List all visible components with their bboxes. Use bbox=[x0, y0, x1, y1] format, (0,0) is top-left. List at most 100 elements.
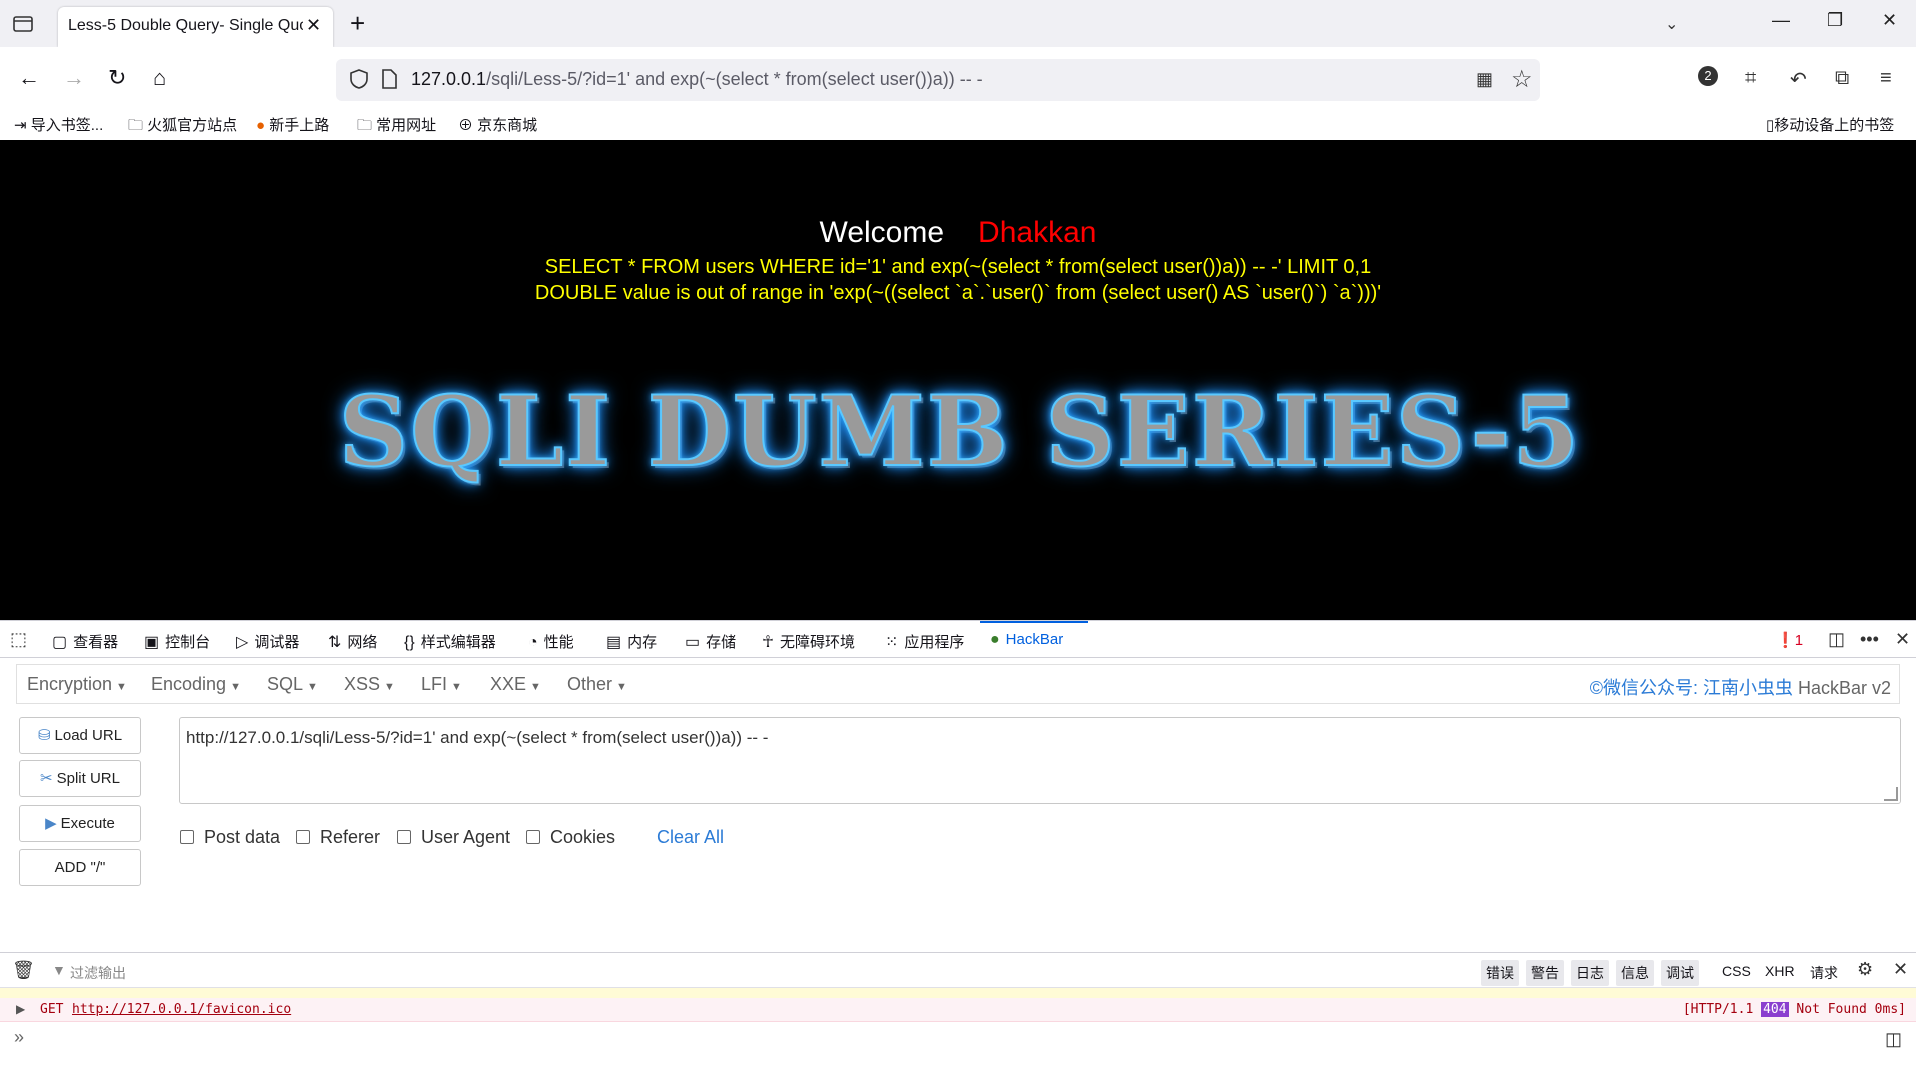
console-message-row[interactable]: ▶ GET http://127.0.0.1/favicon.ico [HTTP… bbox=[0, 998, 1916, 1022]
tab-accessibility[interactable]: ☥ 无障碍环境 bbox=[762, 631, 855, 652]
console-settings-icon[interactable]: ⚙ bbox=[1857, 959, 1873, 980]
cookies-checkbox[interactable]: Cookies bbox=[526, 827, 615, 848]
tab-console[interactable]: ▣ 控制台 bbox=[144, 631, 210, 652]
split-url-button[interactable]: ✂ Split URL bbox=[19, 760, 141, 797]
tab-close-icon[interactable]: ✕ bbox=[306, 15, 321, 36]
post-data-checkbox[interactable]: Post data bbox=[180, 827, 280, 848]
menu-lfi[interactable]: LFI ▼ bbox=[421, 674, 462, 695]
page-content: Welcome Dhakkan SELECT * FROM users WHERE… bbox=[0, 140, 1916, 620]
window-close-icon[interactable]: ✕ bbox=[1882, 10, 1897, 31]
execute-button[interactable]: ▶ Execute bbox=[19, 805, 141, 842]
bookmark-getting-started[interactable]: ● 新手上路 bbox=[256, 114, 329, 135]
filter-warnings[interactable]: 警告 bbox=[1526, 960, 1564, 986]
crop-icon[interactable]: ⌗ bbox=[1745, 67, 1756, 90]
console-close-icon[interactable]: ✕ bbox=[1893, 959, 1908, 980]
bookmark-firefox-official[interactable]: 🗀 火狐官方站点 bbox=[128, 114, 237, 140]
checkbox-icon bbox=[397, 830, 411, 844]
filter-xhr[interactable]: XHR bbox=[1765, 963, 1795, 979]
tab-hackbar[interactable]: ● HackBar bbox=[990, 631, 1063, 649]
error-count-badge[interactable]: ❗1 bbox=[1776, 631, 1803, 649]
menu-encoding[interactable]: Encoding ▼ bbox=[151, 674, 241, 695]
new-tab-icon[interactable]: + bbox=[350, 10, 365, 36]
url-bar[interactable]: 127.0.0.1/sqli/Less-5/?id=1' and exp(~(s… bbox=[336, 59, 1540, 101]
tab-application[interactable]: ⁙ 应用程序 bbox=[885, 631, 964, 652]
dock-side-icon[interactable]: ◫ bbox=[1828, 629, 1845, 650]
forward-icon[interactable]: → bbox=[63, 67, 85, 89]
tab-list-icon[interactable] bbox=[12, 14, 34, 34]
filter-icon: ▼ bbox=[52, 962, 66, 978]
console-toolbar: 🗑 ▼ 过滤输出 错误 警告 日志 信息 调试 CSS XHR 请求 ⚙ ✕ bbox=[0, 952, 1916, 988]
active-tab-indicator bbox=[980, 621, 1088, 623]
user-agent-checkbox[interactable]: User Agent bbox=[397, 827, 510, 848]
clear-all-link[interactable]: Clear All bbox=[657, 827, 724, 848]
hackbar-menu: Encryption ▼ Encoding ▼ SQL ▼ XSS ▼ LFI ▼ XXE… bbox=[16, 664, 1900, 704]
tab-inspector[interactable]: ▢ 查看器 bbox=[52, 631, 118, 652]
request-url-link[interactable]: http://127.0.0.1/favicon.ico bbox=[72, 1002, 291, 1017]
bookmark-common-sites[interactable]: 🗀 常用网址 bbox=[357, 114, 436, 140]
add-slash-button[interactable]: ADD "/" bbox=[19, 849, 141, 886]
menu-xxe[interactable]: XXE ▼ bbox=[490, 674, 541, 695]
console-filter-input[interactable]: 过滤输出 bbox=[70, 963, 126, 983]
page-icon[interactable] bbox=[380, 69, 398, 89]
bookmark-mobile[interactable]: ▯移动设备上的书签 bbox=[1766, 114, 1894, 135]
bookmark-star-icon[interactable]: ☆ bbox=[1511, 65, 1533, 94]
reload-icon[interactable]: ↻ bbox=[108, 67, 126, 89]
inspector-icon: ▢ bbox=[52, 634, 68, 651]
shield-icon[interactable] bbox=[348, 68, 370, 90]
tab-debugger[interactable]: ▷ 调试器 bbox=[236, 631, 299, 652]
filter-requests[interactable]: 请求 bbox=[1810, 963, 1838, 983]
devtools-close-icon[interactable]: ✕ bbox=[1895, 629, 1910, 650]
hackbar-url-input[interactable]: http://127.0.0.1/sqli/Less-5/?id=1' and … bbox=[179, 717, 1901, 804]
profile-badge: 2 bbox=[1698, 66, 1718, 86]
storage-icon: ▭ bbox=[685, 634, 701, 651]
back-icon[interactable]: ← bbox=[18, 67, 40, 89]
network-icon: ⇅ bbox=[328, 634, 342, 651]
undo-icon[interactable]: ↶ bbox=[1790, 67, 1807, 92]
folder-icon: 🗀 bbox=[128, 117, 148, 134]
qr-code-icon[interactable]: ▦ bbox=[1476, 69, 1493, 90]
filter-errors[interactable]: 错误 bbox=[1481, 960, 1519, 986]
tab-network[interactable]: ⇅ 网络 bbox=[328, 631, 377, 652]
home-icon[interactable]: ⌂ bbox=[153, 67, 166, 89]
tab-style-editor[interactable]: {} 样式编辑器 bbox=[404, 631, 496, 652]
resize-handle-icon[interactable] bbox=[1884, 787, 1898, 801]
filter-logs[interactable]: 日志 bbox=[1571, 960, 1609, 986]
active-tab[interactable]: Less-5 Double Query- Single Quo ✕ bbox=[58, 7, 333, 47]
expand-arrow-icon[interactable]: ▶ bbox=[16, 1002, 25, 1016]
tab-performance[interactable]: ◔ 性能 bbox=[528, 631, 574, 652]
filter-info[interactable]: 信息 bbox=[1616, 960, 1654, 986]
restore-icon[interactable]: ❐ bbox=[1827, 10, 1843, 31]
load-url-button[interactable]: ⛁ Load URL bbox=[19, 717, 141, 754]
tab-memory[interactable]: ▤ 内存 bbox=[606, 631, 657, 652]
sql-error-text: DOUBLE value is out of range in 'exp(~((… bbox=[534, 282, 1382, 304]
referer-checkbox[interactable]: Referer bbox=[296, 827, 380, 848]
chevron-down-icon[interactable]: ⌄ bbox=[1665, 14, 1678, 34]
caret-down-icon: ▼ bbox=[230, 681, 241, 693]
trash-icon[interactable]: 🗑 bbox=[12, 960, 35, 981]
error-icon: ❗ bbox=[1776, 632, 1795, 649]
caret-down-icon: ▼ bbox=[384, 681, 395, 693]
more-options-icon[interactable]: ••• bbox=[1860, 629, 1879, 650]
minimize-icon[interactable]: — bbox=[1772, 10, 1790, 31]
navigation-toolbar: ← → ↻ ⌂ 127.0.0.1/sqli/Less-5/?id=1' and… bbox=[0, 47, 1916, 115]
menu-encryption[interactable]: Encryption ▼ bbox=[27, 674, 127, 695]
memory-icon: ▤ bbox=[606, 634, 622, 651]
tab-bar: Less-5 Double Query- Single Quo ✕ + ⌄ — … bbox=[0, 0, 1916, 47]
bookmark-import[interactable]: ⇥ 导入书签... bbox=[14, 114, 103, 135]
console-input[interactable]: » ◫ bbox=[0, 1025, 1916, 1075]
filter-debug[interactable]: 调试 bbox=[1661, 960, 1699, 986]
filter-css[interactable]: CSS bbox=[1722, 963, 1751, 979]
extensions-icon[interactable]: ⧉ bbox=[1835, 67, 1849, 90]
menu-sql[interactable]: SQL ▼ bbox=[267, 674, 318, 695]
element-picker-icon[interactable]: ⬚ bbox=[10, 629, 27, 650]
account-icon[interactable]: 2 bbox=[1698, 63, 1718, 86]
menu-other[interactable]: Other ▼ bbox=[567, 674, 627, 695]
split-console-icon[interactable]: ◫ bbox=[1885, 1029, 1902, 1050]
menu-icon[interactable]: ≡ bbox=[1880, 67, 1892, 90]
scissors-icon: ✂ bbox=[40, 770, 53, 787]
gauge-icon: ◔ bbox=[528, 634, 538, 651]
bookmark-jd[interactable]: ⊕ 京东商城 bbox=[458, 114, 537, 135]
menu-xss[interactable]: XSS ▼ bbox=[344, 674, 395, 695]
tab-storage[interactable]: ▭ 存储 bbox=[685, 631, 736, 652]
status-code-badge: 404 bbox=[1761, 1002, 1789, 1017]
